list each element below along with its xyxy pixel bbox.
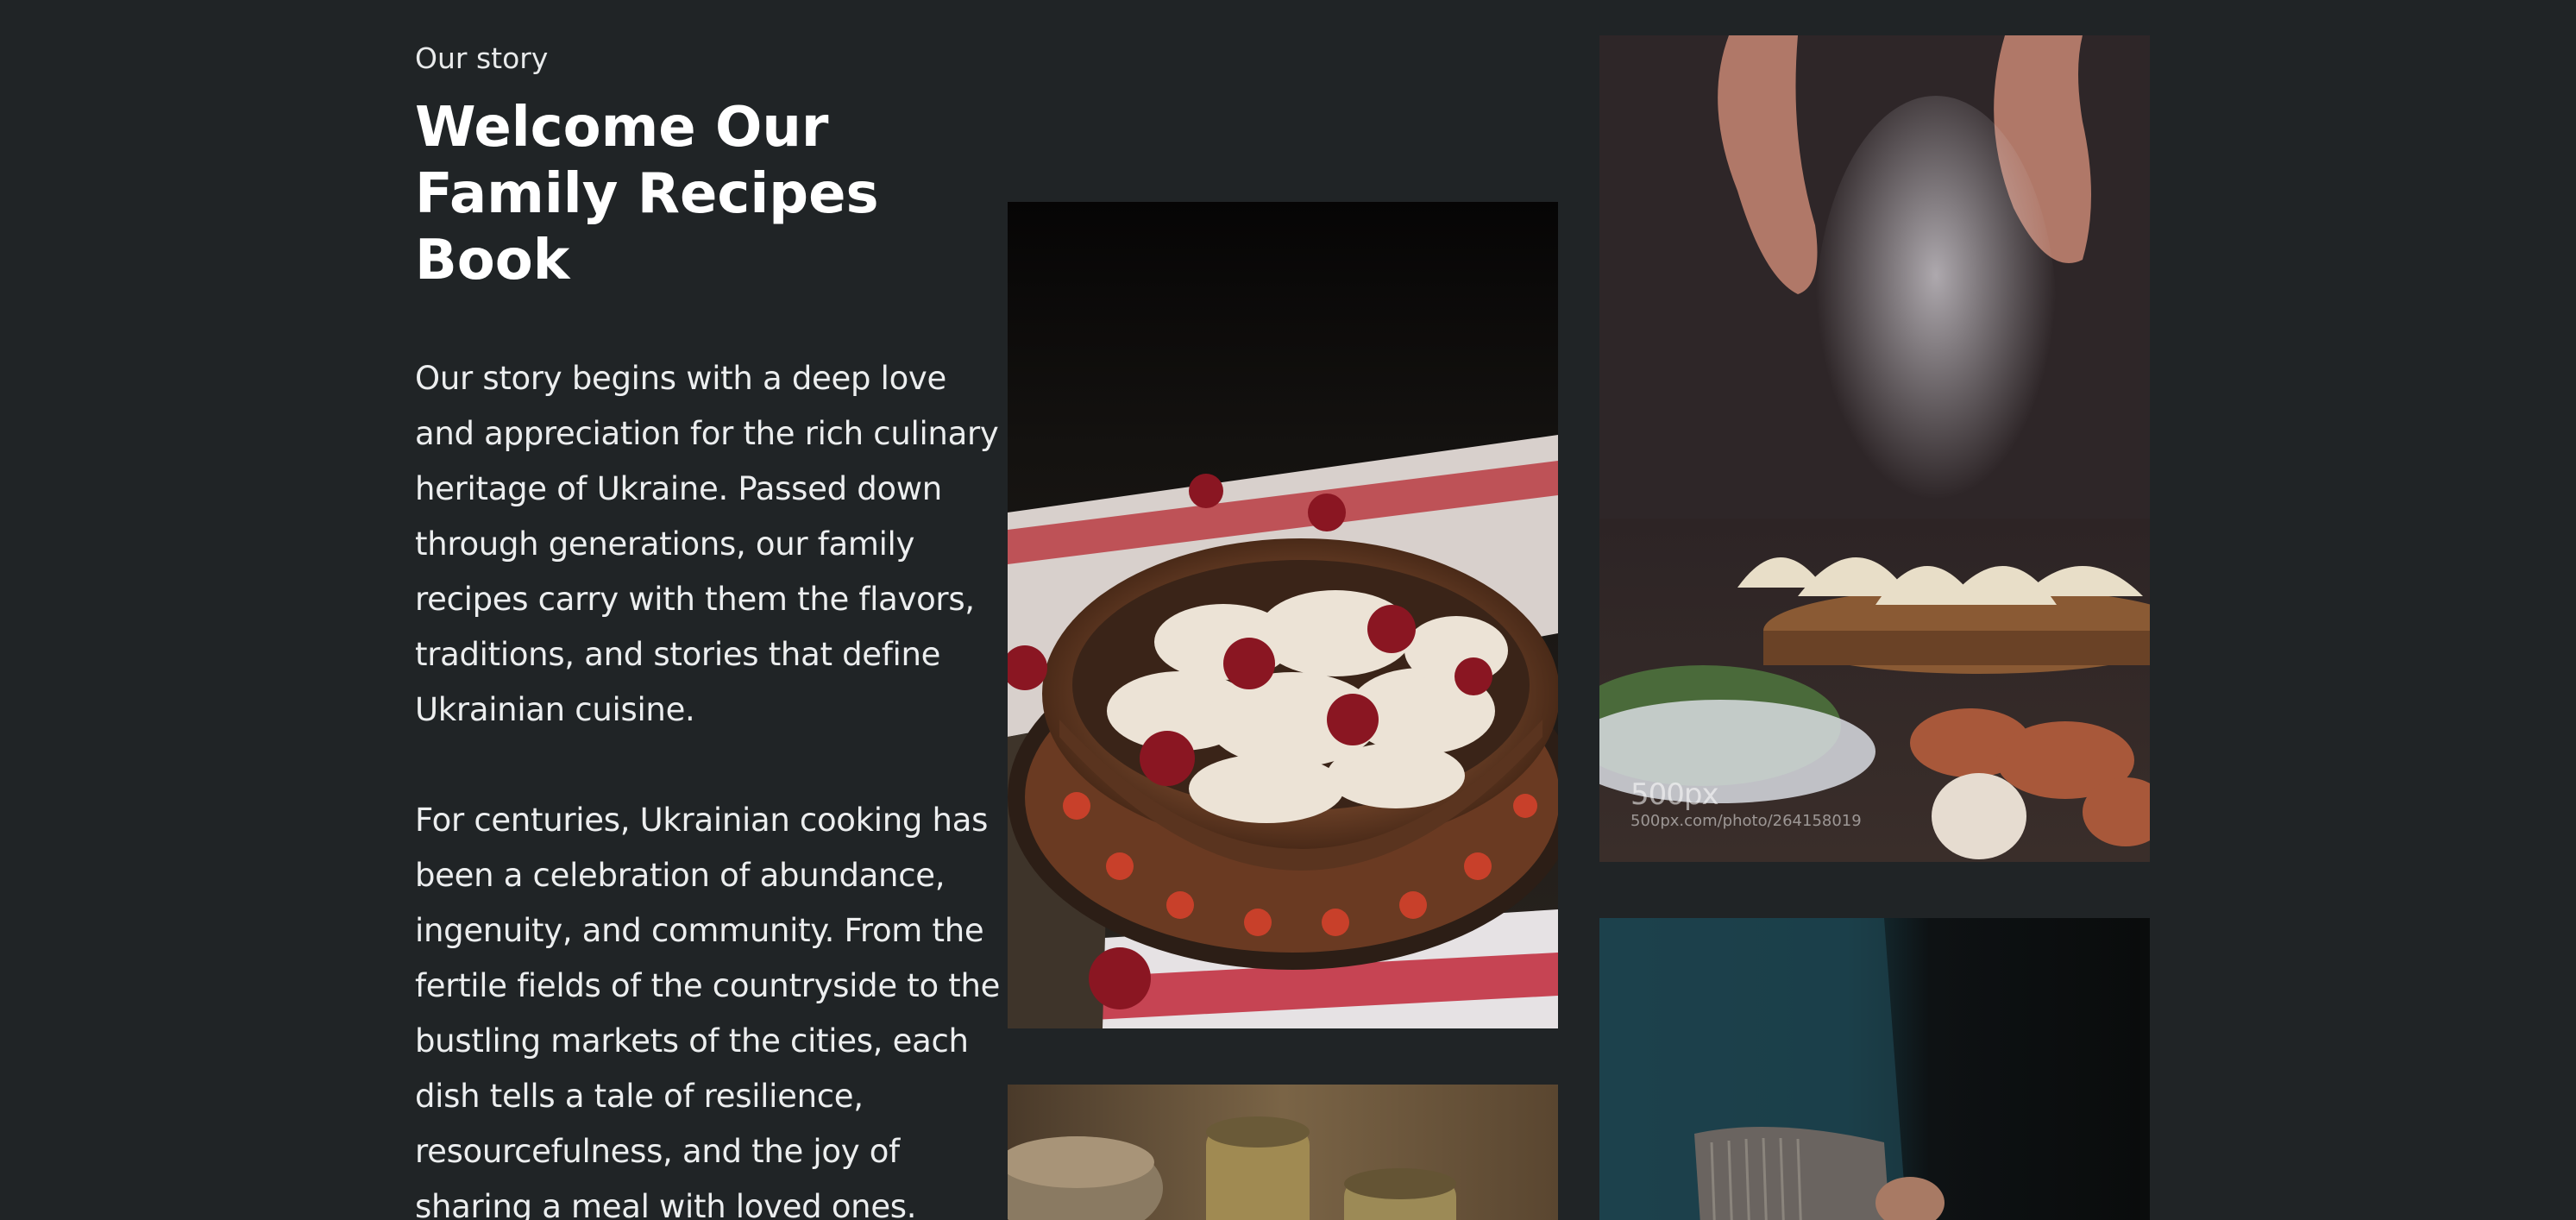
hands-flour-dumplings-image bbox=[1599, 35, 2150, 862]
section-eyebrow: Our story bbox=[415, 41, 549, 75]
ceramic-mugs-image bbox=[1008, 1085, 1558, 1220]
watermark-logo: 500px bbox=[1630, 777, 1719, 812]
photo-flour: 500px 500px.com/photo/264158019 bbox=[1599, 35, 2150, 862]
person-apron-image bbox=[1599, 918, 2150, 1220]
title-line-3: Book bbox=[415, 229, 570, 292]
photo-apron bbox=[1599, 918, 2150, 1220]
photo-mugs bbox=[1008, 1085, 1558, 1220]
varenyky-cherries-image bbox=[1008, 202, 1558, 1028]
title-line-2: Family Recipes bbox=[415, 162, 879, 226]
title-line-1: Welcome Our bbox=[415, 96, 829, 160]
story-paragraph-2: For centuries, Ukrainian cooking has bee… bbox=[415, 802, 1001, 1220]
page-title: Welcome Our Family Recipes Book bbox=[415, 95, 1002, 294]
story-section: Our story Welcome Our Family Recipes Boo… bbox=[415, 35, 1002, 1220]
story-paragraph-1: Our story begins with a deep love and ap… bbox=[415, 360, 999, 728]
watermark-url: 500px.com/photo/264158019 bbox=[1630, 812, 1862, 830]
photo-dumplings bbox=[1008, 202, 1558, 1028]
